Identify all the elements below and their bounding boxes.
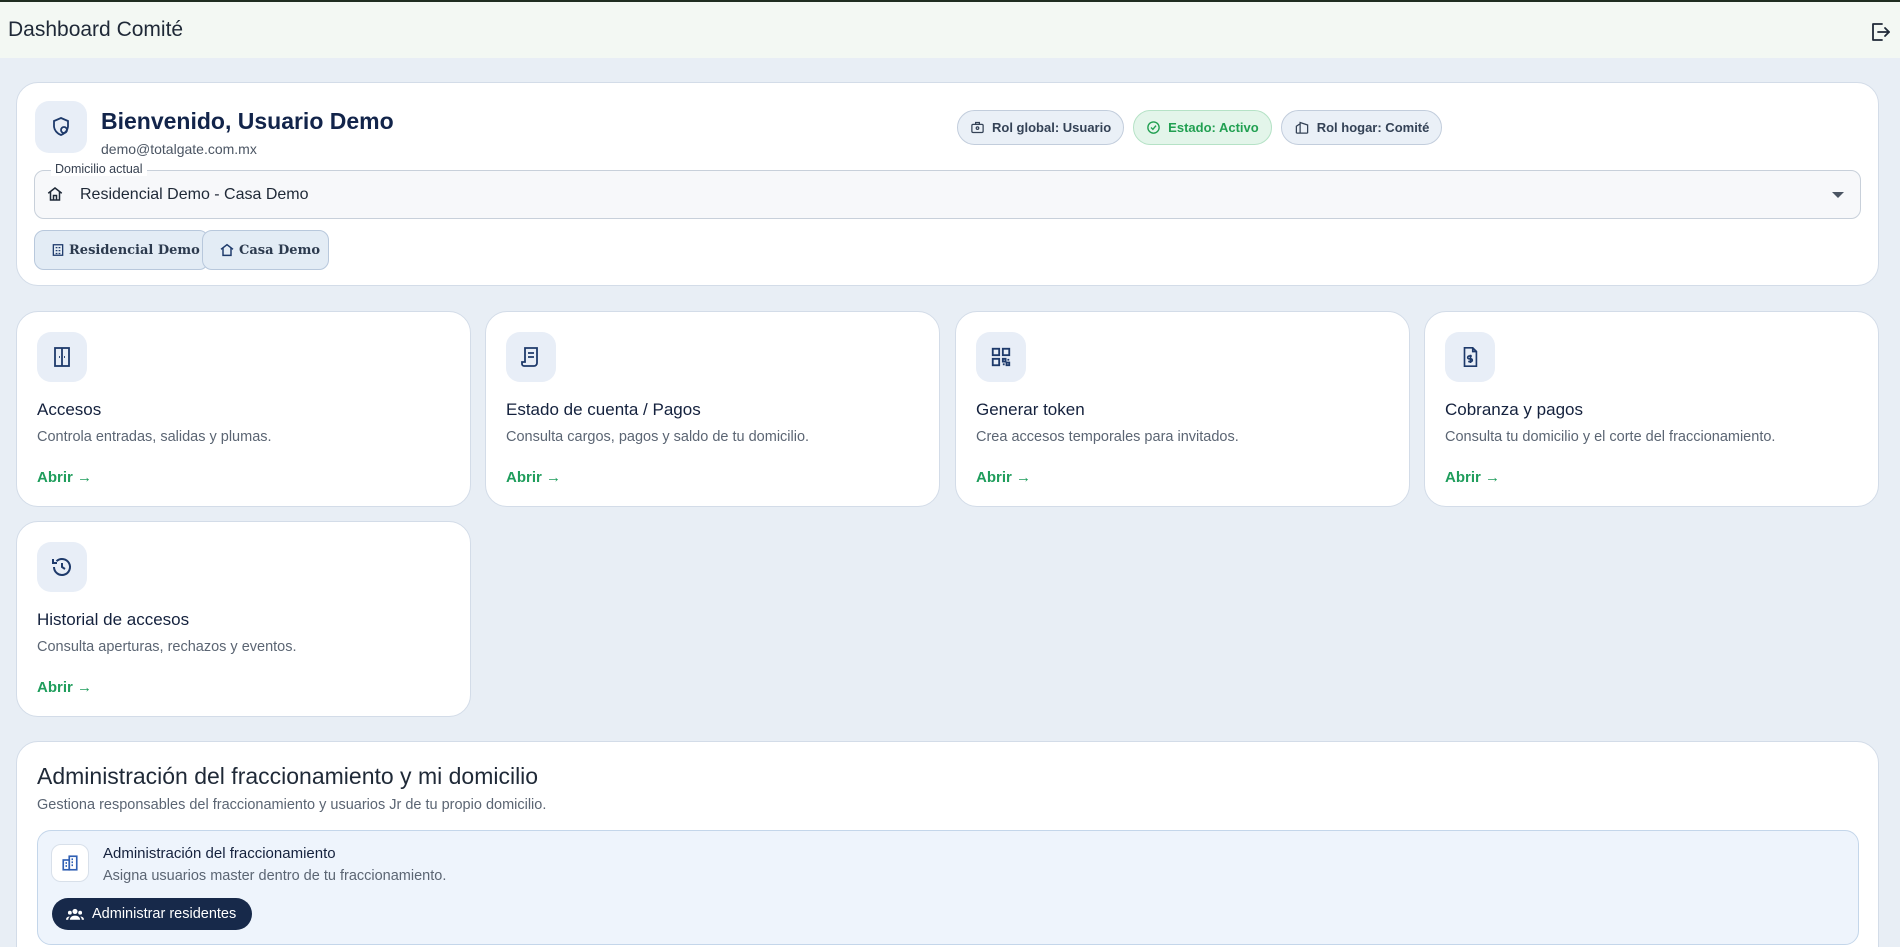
module-title: Generar token bbox=[976, 400, 1085, 419]
building-icon bbox=[1295, 121, 1308, 134]
chevron-down-icon[interactable] bbox=[1832, 192, 1844, 198]
home-role-chip: Rol hogar: Comité bbox=[1280, 110, 1443, 145]
admin-section: Administración del fraccionamiento y mi … bbox=[16, 741, 1879, 947]
status-chips: Rol global: Usuario Estado: Activo Rol h… bbox=[957, 110, 1443, 145]
module-description: Consulta cargos, pagos y saldo de tu dom… bbox=[506, 429, 810, 445]
section-subtitle: Gestiona responsables del fraccionamient… bbox=[37, 797, 547, 813]
module-description: Crea accesos temporales para invitados. bbox=[976, 429, 1239, 445]
history-icon bbox=[37, 542, 87, 592]
module-title: Historial de accesos bbox=[37, 610, 190, 629]
admin-box-subtitle: Asigna usuarios master dentro de tu frac… bbox=[103, 868, 447, 884]
module-description: Consulta tu domicilio y el corte del fra… bbox=[1445, 429, 1776, 445]
top-bar: Dashboard Comité bbox=[0, 0, 1900, 58]
address-select-label: Domicilio actual bbox=[51, 162, 147, 176]
status-badge: Estado: Activo bbox=[1133, 110, 1272, 145]
tag-residencial[interactable]: Residencial Demo bbox=[34, 230, 209, 270]
user-badge-icon bbox=[971, 121, 984, 134]
door-icon bbox=[37, 332, 87, 382]
shield-user-icon bbox=[35, 101, 87, 153]
module-open-link[interactable]: Abrir → bbox=[506, 469, 561, 486]
module-card-accesos[interactable]: Accesos Controla entradas, salidas y plu… bbox=[16, 311, 471, 507]
module-title: Accesos bbox=[37, 400, 102, 419]
address-select[interactable]: Domicilio actual Residencial Demo - Casa… bbox=[34, 162, 1861, 219]
module-open-link[interactable]: Abrir → bbox=[976, 469, 1031, 486]
section-title: Administración del fraccionamiento y mi … bbox=[37, 763, 539, 789]
receipt-icon bbox=[506, 332, 556, 382]
invoice-dollar-icon bbox=[1445, 332, 1495, 382]
global-role-chip: Rol global: Usuario bbox=[957, 110, 1125, 145]
welcome-card: Bienvenido, Usuario Demo demo@totalgate.… bbox=[16, 82, 1879, 286]
apartment-icon bbox=[51, 844, 89, 882]
module-description: Controla entradas, salidas y plumas. bbox=[37, 429, 272, 445]
module-card-generar-token[interactable]: Generar token Crea accesos temporales pa… bbox=[955, 311, 1410, 507]
admin-fraccionamiento-box: Administración del fraccionamiento Asign… bbox=[37, 830, 1859, 945]
admin-box-title: Administración del fraccionamiento bbox=[103, 845, 336, 862]
check-circle-icon bbox=[1147, 121, 1160, 134]
home-icon bbox=[45, 185, 65, 208]
module-description: Consulta aperturas, rechazos y eventos. bbox=[37, 639, 297, 655]
module-title: Estado de cuenta / Pagos bbox=[506, 400, 701, 419]
qr-code-icon bbox=[976, 332, 1026, 382]
module-card-cobranza[interactable]: Cobranza y pagos Consulta tu domicilio y… bbox=[1424, 311, 1879, 507]
module-card-estado-cuenta[interactable]: Estado de cuenta / Pagos Consulta cargos… bbox=[485, 311, 940, 507]
welcome-greeting: Bienvenido, Usuario Demo bbox=[101, 108, 394, 134]
module-card-historial[interactable]: Historial de accesos Consulta aperturas,… bbox=[16, 521, 471, 717]
manage-residents-button[interactable]: Administrar residentes bbox=[52, 898, 253, 930]
tag-casa[interactable]: Casa Demo bbox=[202, 230, 330, 270]
module-title: Cobranza y pagos bbox=[1445, 400, 1583, 419]
group-icon bbox=[66, 908, 84, 920]
module-open-link[interactable]: Abrir → bbox=[37, 679, 92, 696]
logout-icon[interactable] bbox=[1868, 20, 1892, 44]
address-select-value: Residencial Demo - Casa Demo bbox=[80, 186, 309, 203]
module-open-link[interactable]: Abrir → bbox=[37, 469, 92, 486]
house-icon bbox=[220, 243, 234, 257]
app-title: Dashboard Comité bbox=[8, 18, 184, 41]
building-grid-icon bbox=[52, 244, 64, 256]
module-open-link[interactable]: Abrir → bbox=[1445, 469, 1500, 486]
user-email: demo@totalgate.com.mx bbox=[101, 141, 257, 157]
